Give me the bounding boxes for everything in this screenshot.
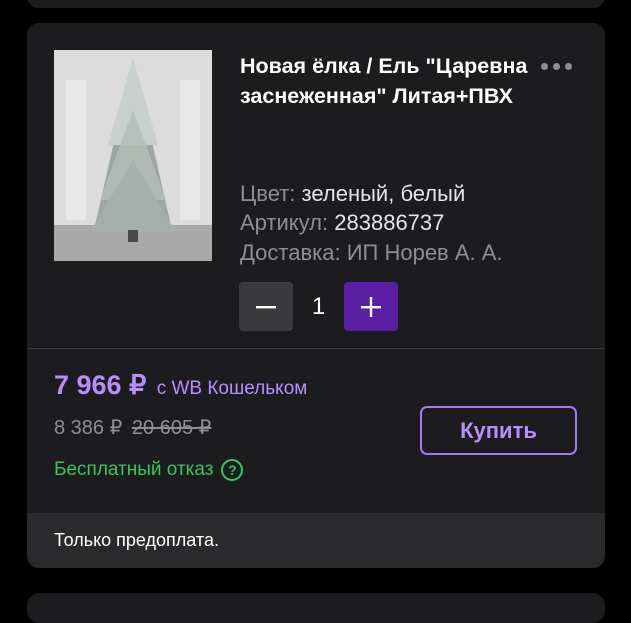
old-prices: 8 386 ₽ 20 605 ₽ bbox=[54, 415, 211, 440]
product-color: Цвет: зеленый, белый bbox=[240, 179, 580, 208]
dot-icon bbox=[553, 62, 560, 70]
product-image[interactable] bbox=[54, 50, 212, 261]
payment-note-strip: Только предоплата. bbox=[27, 513, 605, 568]
article-value: 283886737 bbox=[334, 210, 445, 235]
product-delivery: Доставка: ИП Норев А. А. bbox=[240, 238, 580, 267]
article-label: Артикул: bbox=[240, 210, 329, 235]
delivery-label: Доставка: bbox=[240, 240, 341, 265]
next-cart-item-card bbox=[27, 593, 605, 623]
quantity-value: 1 bbox=[311, 292, 326, 320]
free-cancellation[interactable]: Бесплатный отказ ? bbox=[54, 459, 244, 481]
minus-icon bbox=[256, 305, 276, 308]
more-options-button[interactable] bbox=[541, 57, 581, 75]
plus-icon bbox=[361, 296, 381, 317]
delivery-value: ИП Норев А. А. bbox=[346, 240, 503, 265]
wallet-price: 7 966 ₽ bbox=[54, 370, 147, 400]
dot-icon bbox=[565, 62, 572, 70]
color-value: зеленый, белый bbox=[301, 181, 466, 206]
decrease-quantity-button[interactable] bbox=[239, 282, 293, 331]
christmas-tree-photo-icon bbox=[54, 50, 212, 261]
buy-button[interactable]: Купить bbox=[420, 406, 577, 455]
prepayment-note: Только предоплата. bbox=[54, 530, 219, 550]
color-label: Цвет: bbox=[240, 181, 296, 206]
increase-quantity-button[interactable] bbox=[344, 282, 398, 331]
dot-icon bbox=[541, 62, 548, 70]
product-title[interactable]: Новая ёлка / Ель "Царевна заснеженная" Л… bbox=[240, 51, 540, 111]
price-row: 7 966 ₽ с WB Кошельком bbox=[54, 370, 307, 401]
previous-cart-item-card bbox=[27, 0, 605, 8]
free-cancellation-label: Бесплатный отказ bbox=[54, 459, 214, 480]
cart-item-card: Новая ёлка / Ель "Царевна заснеженная" Л… bbox=[27, 23, 605, 568]
divider bbox=[27, 348, 605, 349]
regular-price: 8 386 ₽ bbox=[54, 417, 123, 439]
crossed-out-price: 20 605 ₽ bbox=[131, 417, 212, 439]
question-icon[interactable]: ? bbox=[221, 459, 244, 481]
wallet-label: с WB Кошельком bbox=[156, 378, 308, 399]
product-article: Артикул: 283886737 bbox=[240, 208, 580, 237]
